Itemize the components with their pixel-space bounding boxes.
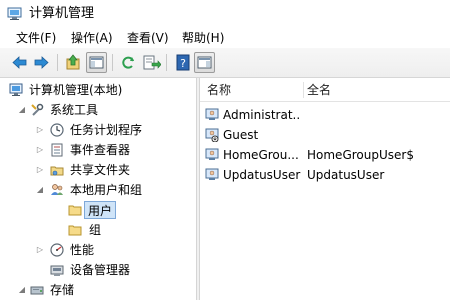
tree-item-label: 共享文件夹 (70, 163, 131, 177)
up-level-button[interactable] (63, 52, 84, 73)
expand-icon[interactable]: ▷ (36, 166, 44, 174)
event-viewer-icon (50, 143, 64, 157)
folder-icon (68, 223, 82, 237)
menu-view[interactable]: 查看(V) (127, 28, 169, 48)
user-full-name: HomeGroupUser$ (307, 148, 414, 162)
shared-folder-icon (50, 163, 64, 177)
tree-item-label: 存储 (50, 283, 75, 297)
tree-item-label: 性能 (70, 243, 95, 257)
menu-bar: 文件(F) 操作(A) 查看(V) 帮助(H) (0, 28, 450, 48)
show-hide-console-tree-button[interactable] (86, 52, 107, 73)
back-button[interactable] (9, 52, 30, 73)
users-list-pane[interactable]: 名称 全名 Administrat... Guest HomeGrou... H… (200, 78, 450, 300)
menu-help[interactable]: 帮助(H) (182, 28, 224, 48)
refresh-icon (122, 56, 134, 69)
tree-item-local-users-groups[interactable]: ◢ 本地用户和组 (0, 181, 196, 201)
user-full-name: UpdatusUser (307, 168, 385, 182)
computer-icon (9, 83, 23, 97)
refresh-button[interactable] (118, 52, 139, 73)
clock-icon (50, 123, 64, 137)
forward-arrow-icon (34, 56, 49, 69)
show-hide-action-pane-button[interactable] (194, 52, 215, 73)
collapse-icon[interactable]: ◢ (18, 106, 26, 114)
tree-item-label: 计算机管理(本地) (29, 83, 123, 97)
list-item[interactable]: UpdatusUser UpdatusUser (200, 165, 450, 185)
list-item[interactable]: HomeGrou... HomeGroupUser$ (200, 145, 450, 165)
tree-item-storage[interactable]: ◢ 存储 (0, 281, 196, 300)
computer-management-window: 计算机管理 文件(F) 操作(A) 查看(V) 帮助(H) ? 计算机管理(本地… (0, 0, 450, 300)
list-header: 名称 全名 (200, 78, 450, 102)
tree-item-label: 任务计划程序 (70, 123, 143, 137)
user-icon (205, 148, 219, 162)
tree-item-computer-management-local[interactable]: 计算机管理(本地) (0, 81, 196, 101)
tree-item-task-scheduler[interactable]: ▷ 任务计划程序 (0, 121, 196, 141)
computer-management-icon (7, 6, 22, 21)
list-item[interactable]: Guest (200, 125, 450, 145)
tree-item-system-tools[interactable]: ◢ 系统工具 (0, 101, 196, 121)
user-name: Administrat... (223, 108, 301, 122)
tree-item-users[interactable]: 用户 (0, 201, 196, 221)
help-icon: ? (176, 54, 190, 71)
tree-item-label: 系统工具 (50, 103, 99, 117)
svg-text:?: ? (180, 57, 186, 70)
expand-icon[interactable]: ▷ (36, 146, 44, 154)
tree-item-shared-folders[interactable]: ▷ 共享文件夹 (0, 161, 196, 181)
folder-icon (68, 203, 82, 217)
disabled-user-icon (205, 128, 219, 142)
expand-icon[interactable]: ▷ (36, 246, 44, 254)
tree-item-performance[interactable]: ▷ 性能 (0, 241, 196, 261)
list-item[interactable]: Administrat... (200, 105, 450, 125)
collapse-icon[interactable]: ◢ (36, 186, 44, 194)
toolbar-separator (112, 54, 113, 71)
menu-action[interactable]: 操作(A) (71, 28, 113, 48)
users-icon (50, 183, 64, 197)
menu-file[interactable]: 文件(F) (16, 28, 56, 48)
tree-item-groups[interactable]: 组 (0, 221, 196, 241)
expand-icon[interactable]: ▷ (36, 126, 44, 134)
up-level-icon (66, 54, 80, 70)
user-icon (205, 168, 219, 182)
title-bar: 计算机管理 (0, 0, 450, 28)
toolbar-separator (166, 54, 167, 71)
user-name: HomeGrou... (223, 148, 299, 162)
show-hide-console-tree-icon (89, 56, 104, 69)
show-hide-action-pane-icon (197, 56, 212, 69)
window-title: 计算机管理 (29, 6, 95, 21)
tools-icon (30, 103, 44, 117)
user-full-name (307, 106, 447, 124)
console-tree[interactable]: 计算机管理(本地) ◢ 系统工具 ▷ 任务计划程序 ▷ 事件查看器 ▷ 共享文件… (0, 78, 196, 300)
column-header-name[interactable]: 名称 (207, 78, 231, 102)
export-list-button[interactable] (140, 52, 161, 73)
tree-item-label: 本地用户和组 (70, 183, 143, 197)
tree-item-device-manager[interactable]: 设备管理器 (0, 261, 196, 281)
tree-item-event-viewer[interactable]: ▷ 事件查看器 (0, 141, 196, 161)
tree-item-label: 事件查看器 (70, 143, 131, 157)
device-manager-icon (50, 263, 64, 277)
toolbar: ? (0, 48, 450, 78)
tree-item-label: 组 (89, 223, 102, 237)
user-full-name (307, 126, 447, 144)
user-icon (205, 108, 219, 122)
tree-item-label: 设备管理器 (70, 263, 131, 277)
forward-button[interactable] (31, 52, 52, 73)
column-divider[interactable] (303, 82, 304, 98)
user-name: UpdatusUser (223, 168, 301, 182)
collapse-icon[interactable]: ◢ (18, 286, 26, 294)
toolbar-separator (57, 54, 58, 71)
column-header-full-name[interactable]: 全名 (307, 78, 331, 102)
tree-item-label: 用户 (84, 201, 117, 219)
storage-icon (30, 283, 44, 297)
back-arrow-icon (12, 56, 27, 69)
export-list-icon (143, 55, 161, 70)
help-button[interactable]: ? (172, 52, 193, 73)
user-name: Guest (223, 128, 259, 142)
performance-icon (50, 243, 64, 257)
